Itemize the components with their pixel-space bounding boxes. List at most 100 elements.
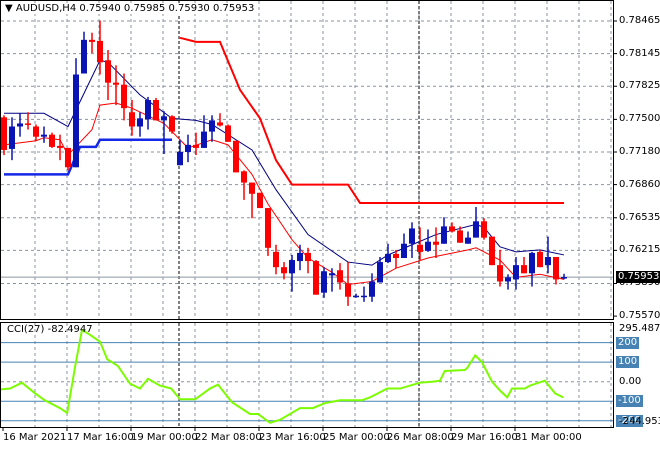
candle-body: [257, 192, 263, 209]
candle-body: [321, 271, 327, 293]
candle: [369, 273, 375, 302]
time-axis-label: 16 Mar 2021: [3, 432, 67, 443]
candle-body: [57, 145, 63, 148]
candle: [321, 267, 327, 298]
candle: [481, 218, 487, 240]
candle: [361, 286, 367, 302]
candle-body: [97, 40, 103, 63]
candle: [329, 268, 335, 292]
candle-body: [233, 140, 239, 173]
candle-body: [441, 226, 447, 244]
candle: [257, 192, 263, 209]
candle: [225, 124, 231, 142]
candle: [209, 115, 215, 142]
candle: [65, 147, 71, 171]
candle: [145, 96, 151, 130]
cci-line: [0, 328, 564, 424]
candle: [41, 126, 47, 143]
candle: [169, 115, 175, 134]
candle-body: [265, 208, 271, 248]
triangle-down-icon[interactable]: ▼: [5, 3, 13, 14]
candle: [233, 140, 239, 173]
candle: [409, 222, 415, 259]
candle-body: [345, 283, 351, 297]
candle-body: [81, 39, 87, 74]
ohlc-readout: 0.75940 0.75985 0.75930 0.75953: [79, 3, 255, 14]
candle: [473, 207, 479, 238]
candle-body: [353, 295, 359, 298]
cci-level-label: 200: [616, 336, 640, 349]
candle-body: [41, 134, 47, 137]
candle-body: [185, 144, 191, 152]
candle-body: [409, 228, 415, 244]
chart-canvas[interactable]: [0, 0, 660, 450]
candle: [289, 254, 295, 292]
cci-max-label: 295.4878: [619, 323, 660, 334]
candle-body: [65, 147, 71, 168]
candle-body: [153, 100, 159, 121]
candle-body: [417, 244, 423, 252]
candle-body: [313, 261, 319, 295]
candle: [33, 124, 39, 141]
candle-body: [425, 241, 431, 251]
candle-body: [337, 270, 343, 283]
cci-level-label: 100: [616, 356, 640, 369]
candle-body: [505, 277, 511, 282]
price-axis-label: 0.77825: [619, 80, 660, 92]
candle: [401, 233, 407, 259]
current-price-label: 0.75953: [616, 271, 660, 284]
chart-header: ▼ AUDUSD,H4 0.75940 0.75985 0.75930 0.75…: [5, 3, 255, 14]
trailing-stop-red: [179, 36, 564, 204]
candle: [1, 115, 7, 156]
candle: [273, 244, 279, 275]
candle-body: [481, 221, 487, 238]
candle-body: [137, 118, 143, 127]
candle-body: [545, 256, 551, 266]
candle-body: [17, 123, 23, 127]
cci-level-label: -100: [616, 395, 643, 408]
cci-panel-border: [0, 322, 614, 428]
candle: [9, 117, 15, 161]
candle: [497, 249, 503, 287]
time-axis-label: 31 Mar 00:00: [515, 432, 582, 443]
candle: [153, 97, 159, 121]
candle-body: [33, 126, 39, 137]
candle: [129, 100, 135, 136]
candle-body: [385, 253, 391, 263]
candle: [417, 227, 423, 261]
price-axis-label: 0.76535: [619, 211, 660, 223]
price-axis-label: 0.78145: [619, 47, 660, 59]
candle-body: [121, 84, 127, 109]
candle: [137, 112, 143, 137]
candle-body: [201, 131, 207, 148]
candle-body: [161, 116, 167, 121]
candle: [57, 134, 63, 161]
time-axis-label: 22 Mar 08:00: [195, 432, 262, 443]
indicator-lines: [3, 36, 565, 286]
candle: [465, 231, 471, 244]
candle: [513, 256, 519, 290]
candle-body: [361, 295, 367, 298]
candle-body: [1, 117, 7, 150]
candle-body: [473, 221, 479, 238]
price-axis-label: 0.76215: [619, 244, 660, 256]
price-axis-label: 0.78465: [619, 15, 660, 26]
candle-body: [169, 116, 175, 132]
candle: [449, 222, 455, 233]
candle: [89, 32, 95, 54]
candle-body: [289, 260, 295, 274]
cci-zero-label: 0.00: [619, 375, 642, 387]
candle-body: [9, 126, 15, 149]
candle: [537, 249, 543, 268]
candle: [425, 229, 431, 252]
candle: [529, 251, 535, 287]
candle-body: [433, 241, 439, 245]
candle-body: [465, 237, 471, 244]
candle: [241, 170, 247, 200]
price-axis-label: 0.77180: [619, 145, 660, 157]
cci-panel: [0, 328, 613, 424]
candle-body: [529, 252, 535, 274]
candle: [441, 217, 447, 244]
candle: [297, 244, 303, 271]
candle: [249, 182, 255, 219]
